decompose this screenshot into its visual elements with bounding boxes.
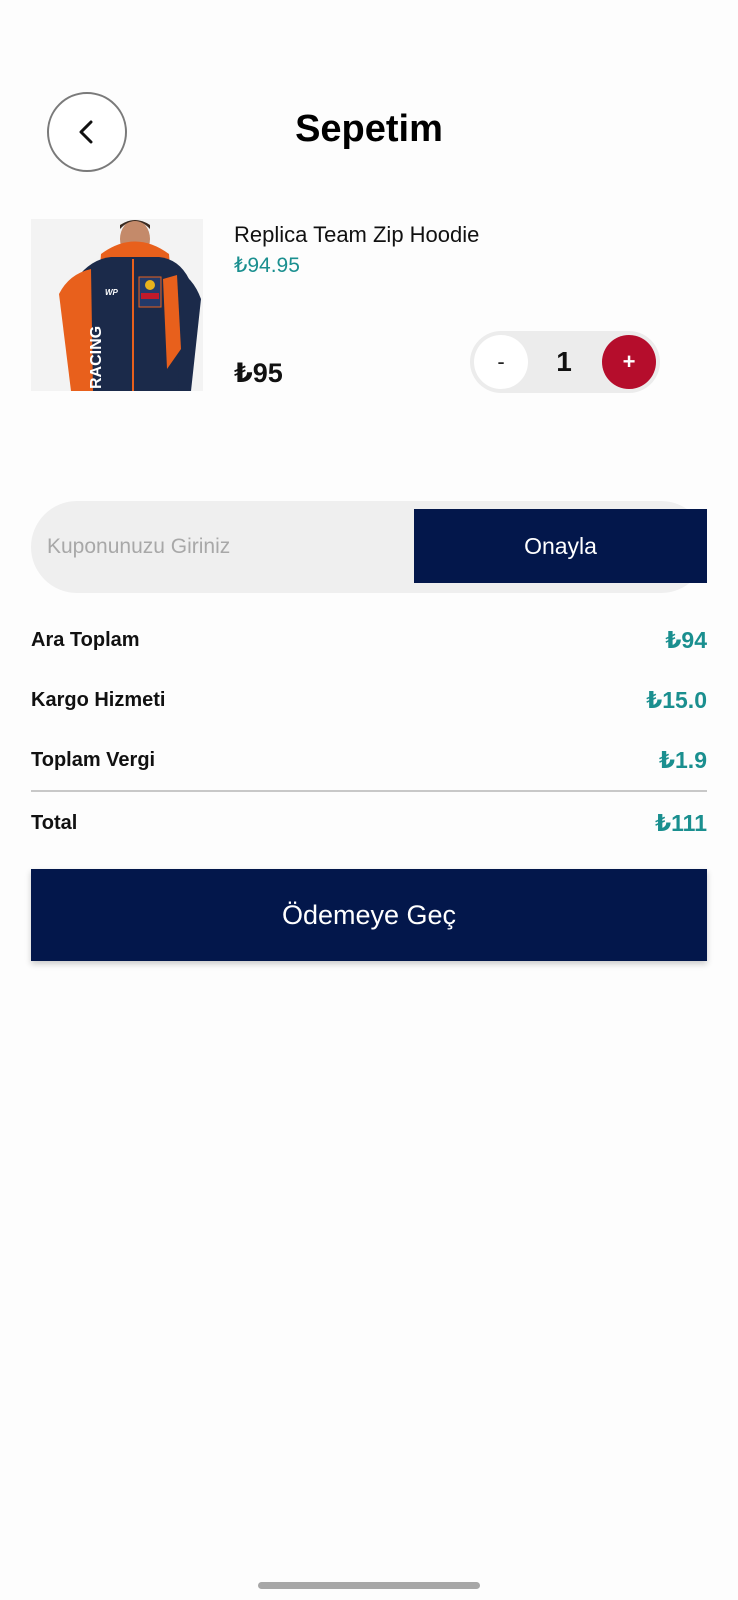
total-row: Total ₺111 [31,810,707,837]
product-name[interactable]: Replica Team Zip Hoodie [234,222,479,248]
shipping-row: Kargo Hizmeti ₺15.0 [31,687,707,714]
quantity-value: 1 [556,346,572,377]
tax-row: Toplam Vergi ₺1.9 [31,747,707,774]
subtotal-label: Ara Toplam [31,629,140,651]
shipping-label: Kargo Hizmeti [31,689,166,711]
summary-divider [31,790,707,792]
product-unit-price: ₺94.95 [234,254,300,277]
svg-text:RACING: RACING [88,326,105,389]
shipping-value: ₺15.0 [646,687,707,713]
product-image[interactable]: RACING WP [31,219,203,391]
coupon-input[interactable] [47,501,427,593]
total-value: ₺111 [655,810,707,836]
home-indicator[interactable] [258,1582,480,1589]
hoodie-product-image-icon: RACING WP [31,219,203,391]
svg-text:WP: WP [105,288,119,297]
total-label: Total [31,812,78,834]
subtotal-row: Ara Toplam ₺94 [31,627,707,654]
page-title: Sepetim [295,108,443,150]
coupon-form: Onayla [31,501,707,593]
cart-screen: Sepetim RACING WP Replica Team Zip Hoodi… [0,0,738,1600]
increase-quantity-button[interactable]: + [602,335,656,389]
tax-label: Toplam Vergi [31,749,156,771]
subtotal-value: ₺94 [665,627,707,653]
product-line-total: ₺95 [234,358,283,388]
checkout-button[interactable]: Ödemeye Geç [31,869,707,961]
quantity-stepper: - 1 + [470,331,660,393]
apply-coupon-button[interactable]: Onayla [414,509,707,583]
decrease-quantity-button[interactable]: - [474,335,528,389]
tax-value: ₺1.9 [659,747,707,773]
